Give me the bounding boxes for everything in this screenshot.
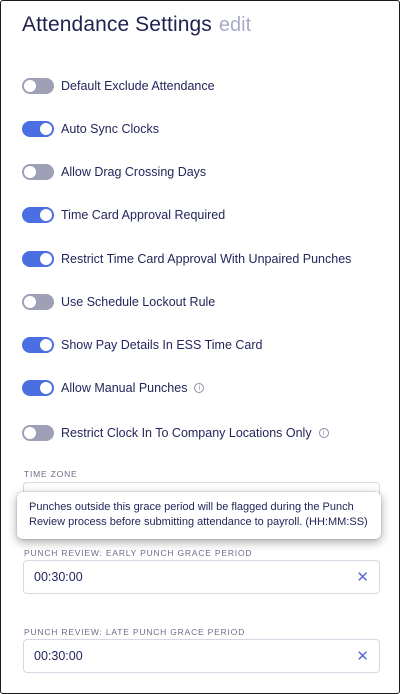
- toggle-knob: [24, 166, 36, 178]
- info-icon[interactable]: i: [194, 383, 205, 393]
- allow-manual-punches-toggle[interactable]: [22, 380, 54, 396]
- allow-drag-crossing-days-toggle[interactable]: [22, 164, 54, 180]
- toggle-row-auto-sync-clocks: Auto Sync Clocks: [22, 119, 159, 139]
- toggle-knob: [40, 382, 52, 394]
- show-pay-details-toggle[interactable]: [22, 337, 54, 353]
- restrict-clock-in-locations-toggle[interactable]: [22, 425, 54, 441]
- toggle-label: Time Card Approval Required: [61, 208, 226, 222]
- toggle-knob: [40, 339, 52, 351]
- toggle-knob: [40, 253, 52, 265]
- late-grace-value: 00:30:00: [34, 649, 83, 663]
- early-grace-value: 00:30:00: [34, 570, 83, 584]
- late-grace-label: PUNCH REVIEW: LATE PUNCH GRACE PERIOD: [24, 627, 246, 637]
- header: Attendance Settings edit: [22, 13, 251, 37]
- toggle-knob: [24, 80, 36, 92]
- toggle-label: Allow Manual Punches: [61, 381, 188, 395]
- early-grace-label: PUNCH REVIEW: EARLY PUNCH GRACE PERIOD: [24, 548, 253, 558]
- toggle-label: Auto Sync Clocks: [61, 122, 159, 136]
- early-grace-input[interactable]: 00:30:00 ✕: [23, 560, 380, 594]
- toggle-row-allow-manual-punches: Allow Manual Punches i: [22, 378, 205, 398]
- time-card-approval-required-toggle[interactable]: [22, 207, 54, 223]
- restrict-unpaired-punches-toggle[interactable]: [22, 251, 54, 267]
- toggle-row-schedule-lockout-rule: Use Schedule Lockout Rule: [22, 292, 215, 312]
- toggle-row-restrict-unpaired-punches: Restrict Time Card Approval With Unpaire…: [22, 249, 351, 269]
- toggle-label: Allow Drag Crossing Days: [61, 165, 207, 179]
- toggle-row-restrict-clock-in-locations: Restrict Clock In To Company Locations O…: [22, 423, 329, 443]
- grace-period-tooltip: Punches outside this grace period will b…: [17, 492, 381, 539]
- toggle-label: Use Schedule Lockout Rule: [61, 295, 216, 309]
- edit-link[interactable]: edit: [219, 14, 251, 37]
- toggle-label: Restrict Clock In To Company Locations O…: [61, 426, 312, 440]
- toggle-label: Default Exclude Attendance: [61, 79, 215, 93]
- default-exclude-attendance-toggle[interactable]: [22, 78, 54, 94]
- toggle-knob: [24, 427, 36, 439]
- toggle-knob: [40, 123, 52, 135]
- time-zone-label: TIME ZONE: [24, 469, 78, 479]
- toggle-label: Show Pay Details In ESS Time Card: [61, 338, 263, 352]
- page-title: Attendance Settings: [22, 13, 212, 36]
- toggle-knob: [24, 296, 36, 308]
- late-grace-input[interactable]: 00:30:00 ✕: [23, 639, 380, 673]
- auto-sync-clocks-toggle[interactable]: [22, 121, 54, 137]
- attendance-settings-panel: Attendance Settings edit Default Exclude…: [0, 0, 400, 694]
- info-icon[interactable]: i: [318, 428, 329, 438]
- toggle-row-time-card-approval-required: Time Card Approval Required: [22, 205, 225, 225]
- toggle-knob: [40, 209, 52, 221]
- toggle-label: Restrict Time Card Approval With Unpaire…: [61, 252, 352, 266]
- toggle-row-default-exclude-attendance: Default Exclude Attendance: [22, 76, 215, 96]
- toggle-row-show-pay-details: Show Pay Details In ESS Time Card: [22, 335, 262, 355]
- clear-icon[interactable]: ✕: [356, 569, 369, 585]
- clear-icon[interactable]: ✕: [356, 648, 369, 664]
- schedule-lockout-rule-toggle[interactable]: [22, 294, 54, 310]
- toggle-row-allow-drag-crossing-days: Allow Drag Crossing Days: [22, 162, 206, 182]
